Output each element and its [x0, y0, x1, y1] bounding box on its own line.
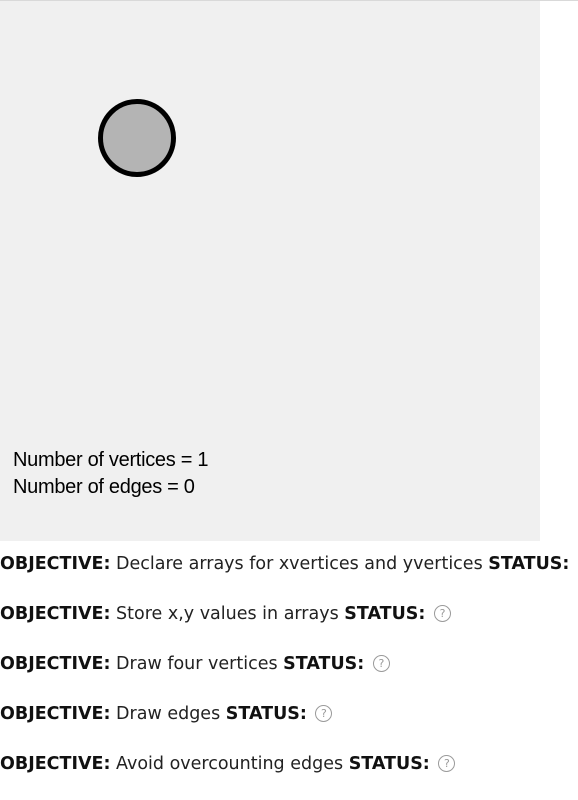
objective-item: OBJECTIVE: Draw four vertices STATUS: ? [0, 650, 578, 700]
objective-label: OBJECTIVE: [0, 604, 110, 624]
status-label: STATUS: [283, 654, 364, 674]
objective-label: OBJECTIVE: [0, 654, 110, 674]
objective-text: Draw four vertices [116, 654, 278, 674]
objective-label: OBJECTIVE: [0, 704, 110, 724]
objective-text: Draw edges [116, 704, 220, 724]
objective-text: Avoid overcounting edges [116, 754, 343, 774]
help-circle-icon[interactable]: ? [438, 755, 455, 772]
sketch-canvas[interactable]: Number of vertices = 1 Number of edges =… [0, 1, 540, 541]
objective-text: Declare arrays for xvertices and yvertic… [116, 554, 483, 574]
edge-count-label: Number of edges = 0 [13, 475, 195, 499]
objective-item: OBJECTIVE: Draw edges STATUS: ? [0, 700, 578, 750]
objective-label: OBJECTIVE: [0, 554, 110, 574]
status-label: STATUS: [226, 704, 307, 724]
objective-text: Store x,y values in arrays [116, 604, 339, 624]
objectives-list: OBJECTIVE: Declare arrays for xvertices … [0, 550, 578, 800]
objective-item: OBJECTIVE: Store x,y values in arrays ST… [0, 600, 578, 650]
objective-item: OBJECTIVE: Avoid overcounting edges STAT… [0, 750, 578, 800]
objective-item: OBJECTIVE: Declare arrays for xvertices … [0, 550, 578, 600]
help-circle-icon[interactable]: ? [434, 605, 451, 622]
status-label: STATUS: [349, 754, 430, 774]
help-circle-icon[interactable]: ? [315, 705, 332, 722]
vertex-count-label: Number of vertices = 1 [13, 448, 208, 472]
status-label: STATUS: [344, 604, 425, 624]
help-circle-icon[interactable]: ? [373, 655, 390, 672]
objective-label: OBJECTIVE: [0, 754, 110, 774]
graph-vertex[interactable] [98, 99, 176, 177]
status-label: STATUS: [488, 554, 569, 574]
